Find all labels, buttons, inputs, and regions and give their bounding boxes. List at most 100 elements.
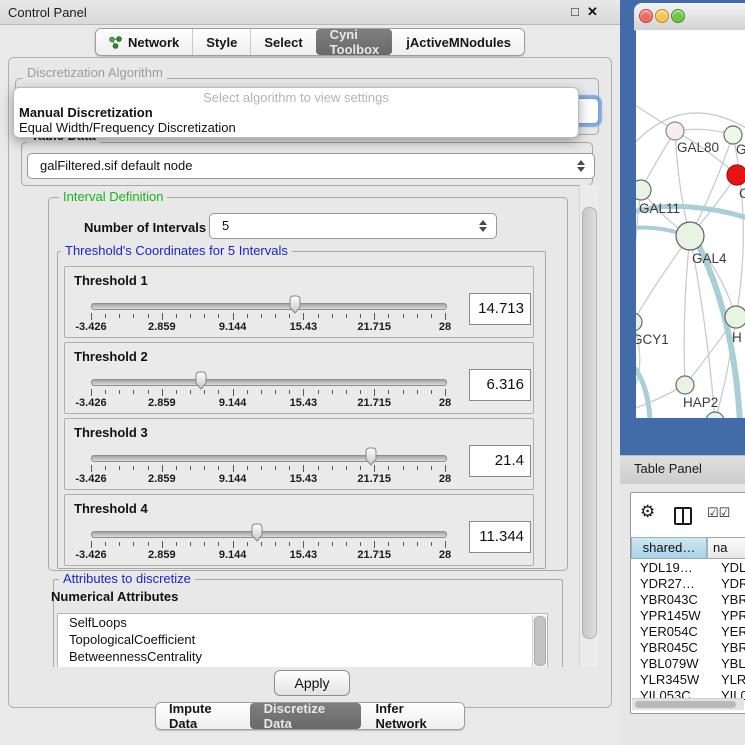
numerical-attribute-item[interactable]: BetweennessCentrality	[58, 648, 547, 665]
scrollbar-thumb[interactable]	[635, 701, 736, 708]
numerical-attributes-label: Numerical Attributes	[51, 589, 178, 604]
slider-scale-label: 2.859	[148, 473, 176, 485]
slider-track[interactable]	[91, 303, 447, 310]
mode-tab-discretize-data-label: Discretize Data	[264, 701, 349, 731]
slider-tick	[119, 314, 120, 318]
threshold-panel-4: Threshold 4-3.4262.8599.14415.4321.71528…	[64, 494, 534, 566]
slider-thumb[interactable]	[363, 446, 379, 466]
slider-thumb[interactable]	[193, 370, 209, 390]
slider-thumb[interactable]	[287, 294, 303, 314]
tab-jactivemnodules[interactable]: jActiveMNodules	[392, 29, 524, 55]
cell-shared-name: YDL19…	[631, 560, 714, 576]
network-node-GAL4[interactable]	[676, 222, 704, 250]
slider-tick	[190, 466, 191, 470]
network-node-node-red[interactable]	[727, 165, 745, 185]
threshold-value-input[interactable]: 14.713	[469, 293, 531, 325]
network-edge[interactable]	[636, 236, 690, 322]
slider-tick	[261, 542, 262, 546]
column-header-name[interactable]: na	[707, 537, 745, 559]
table-data-combobox[interactable]: galFiltered.sif default node	[27, 153, 595, 179]
scrollbar-thumb[interactable]	[582, 207, 597, 639]
numerical-attribute-item[interactable]: SelfLoops	[58, 614, 547, 631]
network-edge[interactable]	[684, 236, 690, 385]
slider-tick	[388, 314, 389, 318]
slider-tick	[374, 389, 375, 396]
slider-tick	[303, 313, 304, 320]
network-canvas[interactable]: GAL80GACGAL11GAL4HGCY1HAP2	[636, 30, 745, 418]
slider-tick	[275, 466, 276, 470]
table-row[interactable]: YDL19…YDL1	[631, 560, 745, 576]
columns-icon[interactable]	[674, 507, 692, 525]
algorithm-option-equal-width-frequency-discretization[interactable]: Equal Width/Frequency Discretization	[14, 120, 578, 135]
close-icon[interactable]: ✕	[587, 4, 598, 20]
slider-thumb[interactable]	[249, 522, 265, 542]
network-node-GAL11[interactable]	[636, 180, 651, 200]
slider-tick	[247, 390, 248, 394]
interval-definition-title: Interval Definition	[59, 190, 167, 204]
tab-select[interactable]: Select	[250, 29, 315, 55]
table-row[interactable]: YBR043CYBR0	[631, 592, 745, 608]
settings-scrollbar[interactable]	[579, 185, 598, 667]
slider-tick	[388, 390, 389, 394]
apply-button[interactable]: Apply	[274, 670, 350, 696]
slider-tick	[417, 542, 418, 546]
slider-tick	[204, 466, 205, 470]
threshold-value-input[interactable]: 6.316	[469, 369, 531, 401]
zoom-window-button[interactable]	[671, 9, 685, 23]
attributes-list-scrollbar[interactable]	[532, 615, 546, 667]
table-horizontal-scrollbar[interactable]	[632, 698, 744, 710]
threshold-panel-1: Threshold 1-3.4262.8599.14415.4321.71528…	[64, 266, 534, 338]
table-row[interactable]: YLR345WYLR3	[631, 672, 745, 688]
algorithm-option-manual-discretization[interactable]: Manual Discretization	[14, 105, 578, 120]
slider-tick	[332, 466, 333, 470]
number-of-intervals-combobox[interactable]: 5	[209, 213, 497, 239]
slider-tick	[388, 542, 389, 546]
slider-tick	[417, 390, 418, 394]
number-of-intervals-label: Number of Intervals	[84, 220, 206, 235]
cell-shared-name: YBR043C	[631, 592, 714, 608]
tab-network-label: Network	[128, 35, 179, 50]
mode-tab-discretize-data[interactable]: Discretize Data	[250, 703, 362, 729]
network-node-GAL80[interactable]	[666, 122, 684, 140]
slider-tick	[148, 314, 149, 318]
slider-tick	[119, 466, 120, 470]
table-row[interactable]: YDR27…YDR2	[631, 576, 745, 592]
slider-tick	[148, 542, 149, 546]
scrollbar-thumb[interactable]	[534, 616, 546, 666]
tab-style[interactable]: Style	[192, 29, 250, 55]
network-edge[interactable]	[733, 135, 743, 317]
slider-track[interactable]	[91, 531, 447, 538]
cell-name: YDR2	[714, 576, 745, 592]
slider-tick	[233, 313, 234, 320]
table-row[interactable]: YPR145WYPR1	[631, 608, 745, 624]
slider-track[interactable]	[91, 455, 447, 462]
column-header-shared-name[interactable]: shared…	[631, 537, 707, 559]
select-columns-checkboxes-icon[interactable]: ☑☑	[707, 505, 730, 521]
float-window-icon[interactable]: □	[571, 4, 579, 19]
threshold-value-input[interactable]: 11.344	[469, 521, 531, 553]
tab-jactivemnodules-label: jActiveMNodules	[406, 35, 511, 50]
table-row[interactable]: YER054CYER0	[631, 624, 745, 640]
minimize-window-button[interactable]	[655, 9, 669, 23]
mode-tab-infer-network[interactable]: Infer Network	[361, 703, 464, 729]
slider-tick	[105, 314, 106, 318]
tab-cyni-toolbox[interactable]: Cyni Toolbox	[316, 29, 393, 55]
network-edge[interactable]	[636, 360, 650, 418]
close-window-button[interactable]	[639, 9, 653, 23]
network-node-HAP2[interactable]	[676, 376, 694, 394]
slider-track[interactable]	[91, 379, 447, 386]
slider-tick	[105, 466, 106, 470]
tab-network[interactable]: Network	[96, 29, 192, 55]
threshold-value-input[interactable]: 21.4	[469, 445, 531, 477]
threshold-label: Threshold 2	[74, 349, 148, 364]
table-row[interactable]: YBL079WYBL0	[631, 656, 745, 672]
network-node-node-H[interactable]	[725, 306, 745, 328]
numerical-attribute-item[interactable]: TopologicalCoefficient	[58, 631, 547, 648]
numerical-attributes-list[interactable]: SelfLoopsTopologicalCoefficientBetweenne…	[57, 613, 548, 667]
network-node-node-bottom[interactable]	[706, 412, 724, 418]
table-row[interactable]: YBR045CYBR0	[631, 640, 745, 656]
slider-tick	[247, 542, 248, 546]
gear-icon[interactable]: ⚙	[640, 502, 655, 522]
network-node-GCY1[interactable]	[636, 313, 642, 331]
mode-tab-impute-data[interactable]: Impute Data	[156, 703, 250, 729]
